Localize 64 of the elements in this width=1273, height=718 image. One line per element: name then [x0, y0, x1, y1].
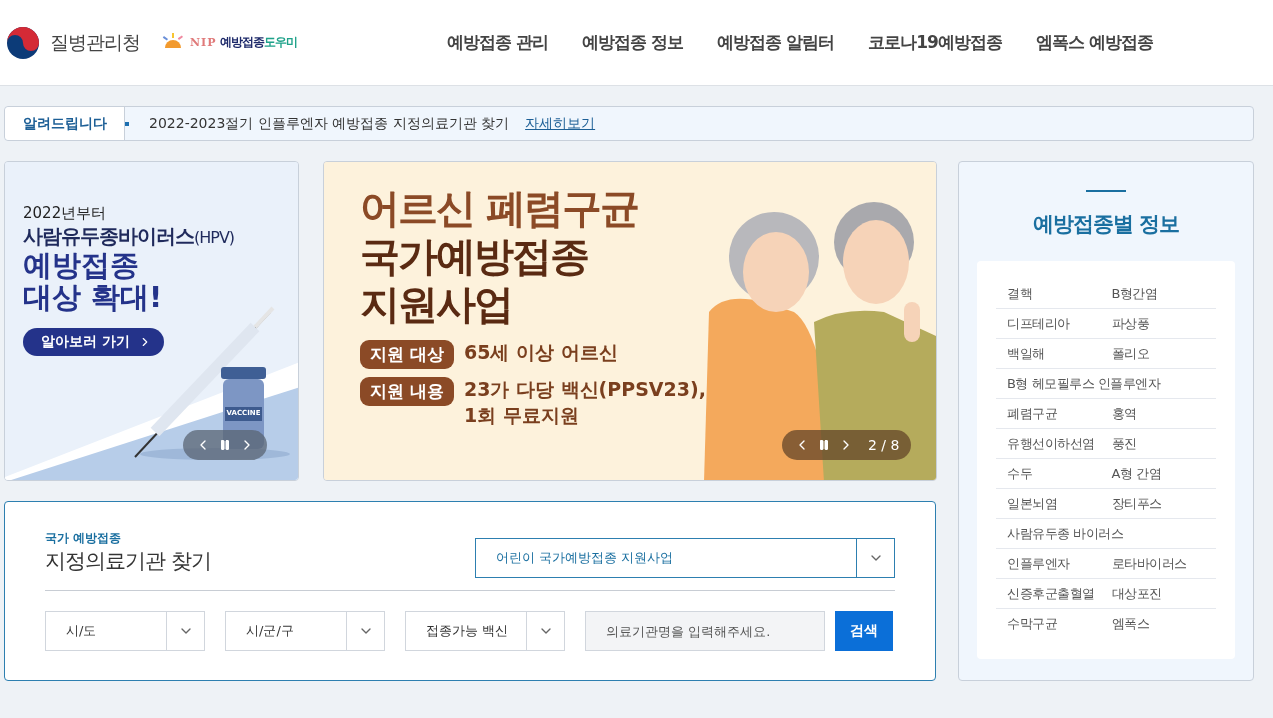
filter-select[interactable]: 접종가능 백신 — [405, 611, 565, 651]
vaccine-link[interactable]: A형 간염 — [1111, 464, 1216, 483]
program-select[interactable]: 어린이 국가예방접종 지원사업 — [475, 538, 895, 578]
title-rule — [1086, 190, 1126, 192]
pause-icon — [818, 439, 830, 451]
notice-label: 알려드립니다 — [5, 107, 125, 140]
banner-headline: 대상 확대! — [23, 281, 164, 314]
filter-select[interactable]: 시/군/구 — [225, 611, 385, 651]
banner-title: 지원사업 — [360, 280, 513, 328]
banner-headline: 예방접종 — [23, 250, 140, 282]
vaccine-link[interactable]: 풍진 — [1111, 434, 1216, 453]
detail-tag: 지원 내용 — [360, 377, 454, 406]
slide-counter: 2 / 8 — [868, 437, 900, 453]
clinic-name-field[interactable]: 의료기관명을 입력해주세요. — [585, 611, 825, 651]
section-title: 지정의료기관 찾기 — [45, 548, 211, 575]
panel-title: 예방접종별 정보 — [1032, 211, 1180, 238]
bullet-icon — [125, 121, 129, 126]
vaccine-link[interactable]: 신증후군출혈열 — [1007, 584, 1112, 603]
vaccine-link[interactable]: 수막구균 — [1007, 615, 1112, 633]
vaccine-link[interactable]: 사람유두종 바이러스 — [1007, 524, 1124, 543]
vaccine-link[interactable]: 수두 — [1007, 464, 1112, 483]
pause-button[interactable] — [219, 439, 231, 451]
pause-icon — [219, 439, 231, 451]
nav-link[interactable]: 예방접종 알림터 — [717, 31, 835, 54]
vaccine-link[interactable]: 유행선이하선염 — [1007, 434, 1112, 453]
vaccine-link[interactable]: 결핵 — [1007, 284, 1112, 303]
detail-text: 65세 이상 어르신 — [463, 340, 618, 365]
logo-text: NIP — [190, 36, 217, 49]
vaccine-link[interactable]: 엠폭스 — [1111, 615, 1216, 633]
banner-kicker: 2022년부터 — [23, 204, 108, 223]
detail-text: 1회 무료지원 — [463, 402, 580, 428]
detail-tag: 지원 대상 — [360, 340, 454, 369]
vaccine-link[interactable]: 디프테리아 — [1007, 314, 1112, 333]
learn-more-button[interactable]: 알아보러 가기 — [23, 327, 164, 356]
pause-button[interactable] — [818, 439, 830, 451]
agency-name: 질병관리청 — [50, 29, 140, 55]
vaccine-link[interactable]: 폐렴구균 — [1007, 404, 1112, 423]
more-link[interactable]: 자세히보기 — [525, 114, 596, 133]
search-button[interactable]: 검색 — [835, 611, 893, 651]
nav-link[interactable]: 예방접종 정보 — [582, 31, 684, 54]
banner-subtitle: 사람유두종바이러스(HPV) — [23, 223, 236, 250]
section-kicker: 국가 예방접종 — [45, 530, 123, 547]
detail-text: 23가 다당 백신(PPSV23), — [463, 377, 706, 402]
vaccine-link[interactable]: 로타바이러스 — [1111, 554, 1216, 573]
vaccine-link[interactable]: 홍역 — [1111, 404, 1216, 423]
vaccine-link[interactable]: 장티푸스 — [1111, 494, 1216, 513]
filter-select[interactable]: 시/도 — [45, 611, 205, 651]
vaccine-link[interactable]: B형 헤모필루스 인플루엔자 — [1007, 374, 1161, 393]
vaccine-link[interactable]: 대상포진 — [1111, 584, 1216, 603]
vaccine-link[interactable]: 인플루엔자 — [1007, 554, 1112, 573]
nav-link[interactable]: 엠폭스 예방접종 — [1035, 31, 1153, 54]
notice-text: 2022-2023절기 인플루엔자 예방접종 지정의료기관 찾기 — [149, 114, 510, 133]
vaccine-link[interactable]: 백일해 — [1007, 344, 1112, 363]
vaccine-link[interactable]: B형간염 — [1111, 284, 1216, 303]
banner-title: 국가예방접종 — [360, 232, 589, 280]
pneumococcal-banner[interactable]: 어르신 폐렴구균 국가예방접종 지원사업 지원 대상 65세 이상 어르신 지원 내용 23가 다당 백신(PPSV23), 1회 무료지원 2 / 8 — [323, 161, 937, 481]
vaccine-link[interactable]: 폴리오 — [1111, 344, 1216, 363]
nav-link[interactable]: 코로나19예방접종 — [868, 31, 1002, 54]
emblem-icon — [6, 25, 40, 60]
banner-title: 어르신 폐렴구균 — [360, 184, 639, 232]
vaccine-link[interactable]: 일본뇌염 — [1007, 494, 1112, 513]
nav-link[interactable]: 예방접종 관리 — [447, 31, 549, 54]
vaccine-link[interactable]: 파상풍 — [1111, 314, 1216, 333]
service-name: 예방접종도우미 — [220, 34, 298, 51]
